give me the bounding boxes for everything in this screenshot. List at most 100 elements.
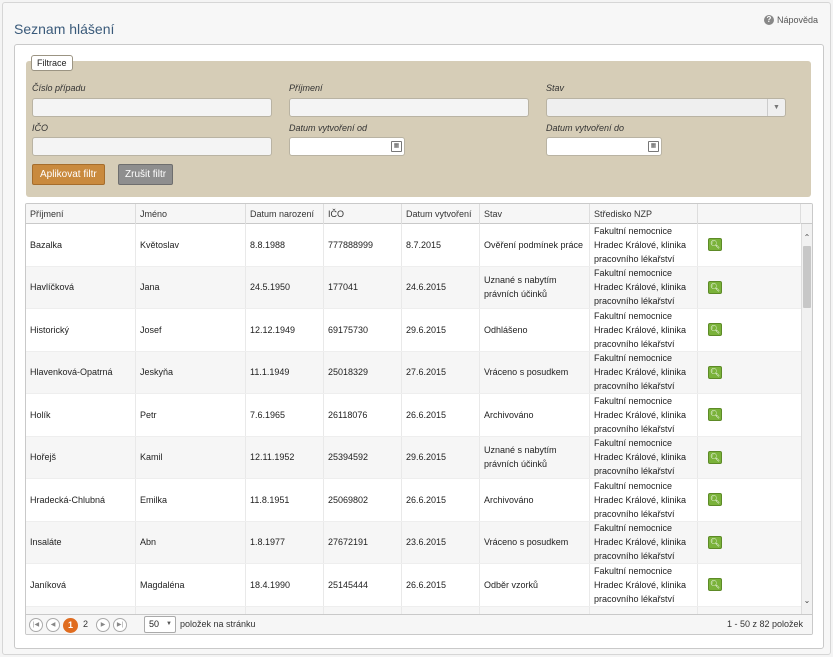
- chevron-down-icon: ▼: [166, 621, 172, 627]
- cell-stredisko: Fakultní nemocnice Hradec Králové, klini…: [590, 479, 698, 521]
- created-from-input[interactable]: ▦: [289, 137, 405, 156]
- cell-actions: [698, 607, 801, 615]
- magnifier-icon[interactable]: 🔍︎: [708, 535, 722, 549]
- first-page-icon[interactable]: |◀: [29, 618, 43, 632]
- magnifier-icon[interactable]: 🔍︎: [708, 323, 722, 337]
- cell-ico: 177041: [324, 266, 402, 308]
- table-row[interactable]: Bazalka Květoslav 8.8.1988 777888999 8.7.201…: [26, 224, 801, 267]
- table-row[interactable]: Hořejš Kamil 12.11.1952 25394592 29.6.2015 Uz…: [26, 436, 801, 479]
- col-header-stav[interactable]: Stav: [480, 204, 590, 224]
- col-header-ico[interactable]: IČO: [324, 204, 402, 224]
- cell-jmeno: Magdaléna: [136, 564, 246, 606]
- cell-stav: Odběr vzorků: [480, 564, 590, 606]
- cell-vytvoreni: 26.6.2015: [402, 564, 480, 606]
- calendar-icon[interactable]: ▦: [648, 141, 659, 152]
- magnifier-icon[interactable]: 🔍︎: [708, 408, 722, 422]
- case-number-input[interactable]: [32, 98, 272, 117]
- cell-narozeni: 18.4.1990: [246, 564, 324, 606]
- created-from-label: Datum vytvoření od: [289, 123, 368, 133]
- magnifier-icon[interactable]: 🔍︎: [708, 450, 722, 464]
- cell-vytvoreni: 23.6.2015: [402, 521, 480, 563]
- status-select[interactable]: ▼: [546, 98, 786, 117]
- surname-input[interactable]: [289, 98, 529, 117]
- created-to-label: Datum vytvoření do: [546, 123, 625, 133]
- magnifier-icon[interactable]: 🔍︎: [708, 238, 722, 252]
- chevron-down-icon[interactable]: ▼: [767, 99, 785, 116]
- table-row[interactable]: Fakultní nemocnice: [26, 606, 801, 615]
- magnifier-icon[interactable]: 🔍︎: [708, 578, 722, 592]
- cell-jmeno: Abn: [136, 521, 246, 563]
- cell-vytvoreni: 29.6.2015: [402, 436, 480, 478]
- col-header-jmeno[interactable]: Jméno: [136, 204, 246, 224]
- cell-prijmeni: Holík: [26, 394, 136, 436]
- grid-scrollbar[interactable]: ⌃ ⌄: [801, 224, 812, 614]
- prev-page-icon[interactable]: ◀: [46, 618, 60, 632]
- cell-vytvoreni: 26.6.2015: [402, 394, 480, 436]
- reports-grid: Příjmení Jméno Datum narození IČO Datum …: [25, 203, 813, 635]
- cell-actions: 🔍︎: [698, 352, 801, 394]
- surname-label: Příjmení: [289, 83, 323, 93]
- apply-filter-button[interactable]: Aplikovat filtr: [32, 164, 105, 185]
- cell-prijmeni: Hlavenková-Opatrná: [26, 351, 136, 393]
- cell-narozeni: 12.11.1952: [246, 436, 324, 478]
- col-header-stredisko[interactable]: Středisko NZP: [590, 204, 698, 224]
- table-row[interactable]: Janíková Magdaléna 18.4.1990 25145444 26.6.2…: [26, 564, 801, 607]
- table-row[interactable]: Hradecká-Chlubná Emilka 11.8.1951 25069802 2…: [26, 479, 801, 522]
- cell-jmeno: [136, 606, 246, 614]
- magnifier-icon[interactable]: 🔍︎: [708, 493, 722, 507]
- col-header-narozeni[interactable]: Datum narození: [246, 204, 324, 224]
- window-frame: Seznam hlášení ? Nápověda Filtrace Číslo…: [2, 2, 831, 655]
- scroll-up-icon[interactable]: ⌃: [802, 233, 812, 243]
- last-page-icon[interactable]: ▶|: [113, 618, 127, 632]
- cell-stredisko: Fakultní nemocnice Hradec Králové, klini…: [590, 564, 698, 606]
- col-header-vytvoreni[interactable]: Datum vytvoření: [402, 204, 480, 224]
- cell-stredisko: Fakultní nemocnice Hradec Králové, klini…: [590, 351, 698, 393]
- page-size-value: 50: [149, 619, 160, 629]
- cell-stav: Ověření podmínek práce: [480, 224, 590, 266]
- cell-narozeni: 8.8.1988: [246, 224, 324, 266]
- cell-ico: 777888999: [324, 224, 402, 266]
- cell-actions: 🔍︎: [698, 224, 801, 266]
- magnifier-icon[interactable]: 🔍︎: [708, 365, 722, 379]
- table-row[interactable]: Historický Josef 12.12.1949 69175730 29.6.20…: [26, 309, 801, 352]
- cell-narozeni: 12.12.1949: [246, 309, 324, 351]
- created-to-input[interactable]: ▦: [546, 137, 662, 156]
- col-header-prijmeni[interactable]: Příjmení: [26, 204, 136, 224]
- cell-stav: Archivováno: [480, 479, 590, 521]
- grid-body: Bazalka Květoslav 8.8.1988 777888999 8.7.201…: [26, 224, 801, 614]
- table-row[interactable]: Hlavenková-Opatrná Jeskyňa 11.1.1949 250183…: [26, 351, 801, 394]
- cell-stredisko: Fakultní nemocnice Hradec Králové, klini…: [590, 224, 698, 266]
- page-size-select[interactable]: 50 ▼: [144, 616, 176, 633]
- page-number[interactable]: 2: [83, 619, 88, 629]
- table-row[interactable]: Holík Petr 7.6.1965 26118076 26.6.2015 Archiv…: [26, 394, 801, 437]
- cell-prijmeni: Hradecká-Chlubná: [26, 479, 136, 521]
- table-row[interactable]: Insaláte Abn 1.8.1977 27672191 23.6.2015 Vrác…: [26, 521, 801, 564]
- cell-stav: Archivováno: [480, 394, 590, 436]
- cell-vytvoreni: 24.6.2015: [402, 266, 480, 308]
- help-link[interactable]: ? Nápověda: [763, 15, 818, 25]
- table-row[interactable]: Havlíčková Jana 24.5.1950 177041 24.6.2015 Uz…: [26, 266, 801, 309]
- grid-header: Příjmení Jméno Datum narození IČO Datum …: [26, 204, 812, 224]
- cell-narozeni: 7.6.1965: [246, 394, 324, 436]
- case-number-label: Číslo případu: [32, 83, 86, 93]
- cell-prijmeni: Bazalka: [26, 224, 136, 266]
- ico-input[interactable]: [32, 137, 272, 156]
- next-page-icon[interactable]: ▶: [96, 618, 110, 632]
- calendar-icon[interactable]: ▦: [391, 141, 402, 152]
- scroll-thumb[interactable]: [803, 246, 811, 308]
- cell-actions: 🔍︎: [698, 564, 801, 606]
- cell-vytvoreni: 29.6.2015: [402, 309, 480, 351]
- ico-label: IČO: [32, 123, 49, 133]
- help-icon: ?: [763, 15, 774, 25]
- cell-actions: 🔍︎: [698, 479, 801, 521]
- cell-stav: [480, 606, 590, 614]
- cancel-filter-button[interactable]: Zrušit filtr: [118, 164, 174, 185]
- cell-actions: 🔍︎: [698, 309, 801, 351]
- col-header-actions: [698, 204, 801, 224]
- cell-ico: 25394592: [324, 436, 402, 478]
- page-number-active[interactable]: 1: [63, 618, 78, 633]
- magnifier-icon[interactable]: 🔍︎: [708, 280, 722, 294]
- cell-vytvoreni: 27.6.2015: [402, 351, 480, 393]
- scroll-down-icon[interactable]: ⌄: [802, 596, 812, 606]
- cell-stredisko: Fakultní nemocnice Hradec Králové, klini…: [590, 394, 698, 436]
